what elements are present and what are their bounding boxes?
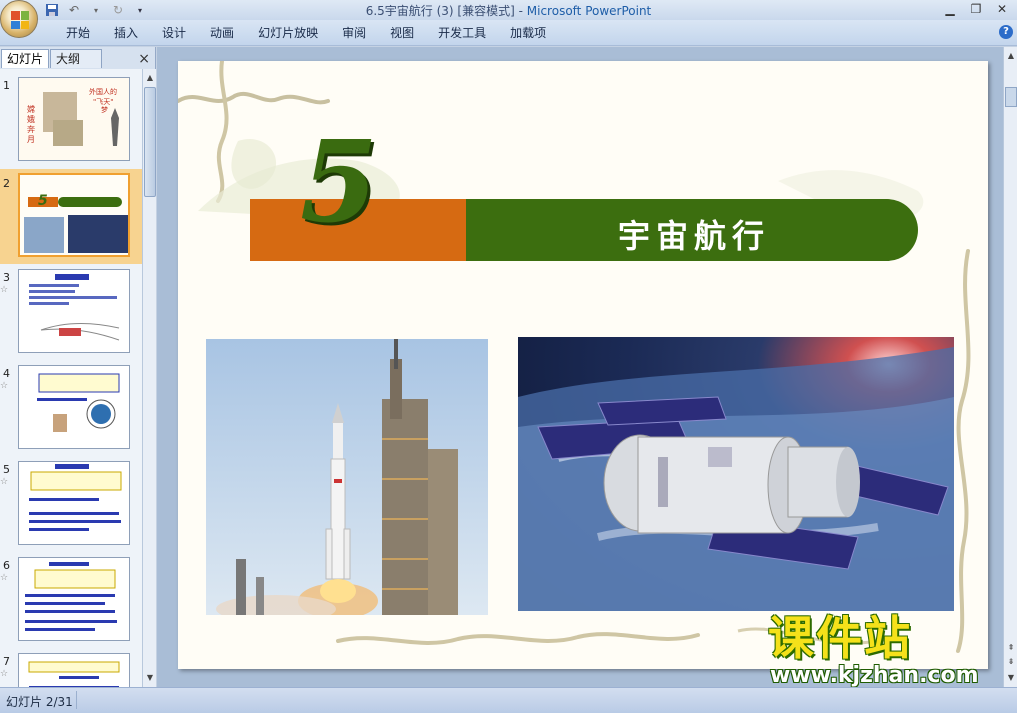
tab-developer[interactable]: 开发工具 [426, 25, 498, 41]
svg-text:5: 5 [38, 193, 48, 209]
tab-outline[interactable]: 大纲 [50, 49, 102, 68]
slide-scrollbar[interactable]: ▲ ⇞ ⇟ ▼ [1003, 47, 1017, 687]
slide-thumbnail-image: 5 [18, 173, 130, 257]
animation-star-icon: ☆ [0, 477, 9, 487]
watermark-chinese: 课件站 [768, 611, 912, 665]
help-icon[interactable]: ? [999, 25, 1013, 39]
animation-star-icon: ☆ [0, 285, 9, 295]
animation-star-icon: ☆ [0, 573, 9, 583]
document-title: 6.5宇宙航行 (3) [兼容模式] [365, 4, 515, 18]
slide-thumbnail-number: 1 [3, 79, 10, 92]
svg-text:外国人的: 外国人的 [89, 87, 117, 96]
close-pane-icon[interactable]: × [138, 51, 150, 67]
slide-title: 宇宙航行 [618, 217, 771, 255]
scrollbar-thumb[interactable] [144, 87, 156, 197]
current-slide[interactable]: 5 宇宙航行 [178, 61, 988, 669]
svg-text:梦: 梦 [101, 106, 108, 114]
slide-editing-area: 5 宇宙航行 [157, 47, 1003, 687]
slide-thumbnail-number: 6 [3, 559, 10, 572]
slide-thumbnail[interactable]: 4 ☆ [0, 365, 142, 455]
status-bar: 幻灯片 2/31 [0, 687, 1017, 713]
office-logo-icon [11, 11, 29, 29]
animation-star-icon: ☆ [0, 669, 9, 679]
rocket-launch-photo [206, 339, 488, 615]
tab-insert[interactable]: 插入 [102, 25, 150, 41]
slide-thumbnail-number: 2 [3, 177, 10, 190]
slide-thumbnail-image [18, 269, 130, 353]
ribbon: 开始 插入 设计 动画 幻灯片放映 审阅 视图 开发工具 加载项 ? [0, 20, 1017, 46]
watermark-url: www.kjzhan.com [770, 663, 979, 688]
window-title: 6.5宇宙航行 (3) [兼容模式] - Microsoft PowerPoin… [0, 2, 1017, 19]
scroll-down-icon[interactable]: ▼ [144, 671, 156, 685]
slide-thumbnail[interactable]: 1 外国人的 "飞天" 梦 嫦 娥 奔 月 [0, 77, 142, 167]
slide-thumbnail-selected[interactable]: 2 5 [0, 169, 142, 264]
svg-text:娥: 娥 [27, 115, 35, 124]
slide-counter: 幻灯片 2/31 [6, 695, 73, 709]
slide-thumbnail-image: 外国人的 "飞天" 梦 嫦 娥 奔 月 [18, 77, 130, 161]
slides-pane: 幻灯片 大纲 × 1 外国人的 "飞天" 梦 嫦 娥 奔 月 2 5 3 ☆ 4… [0, 47, 156, 687]
scroll-up-icon[interactable]: ▲ [144, 71, 156, 85]
tab-home[interactable]: 开始 [54, 25, 102, 41]
slide-thumbnail-image [18, 365, 130, 449]
slide-thumbnail-number: 4 [3, 367, 10, 380]
title-bar: ↶ ▾ ↻ ▾ 6.5宇宙航行 (3) [兼容模式] - Microsoft P… [0, 0, 1017, 20]
close-window-icon[interactable]: ✕ [989, 0, 1015, 18]
app-name: Microsoft PowerPoint [526, 4, 652, 18]
space-station-photo [518, 337, 954, 611]
slide-thumbnail-image [18, 653, 130, 687]
maximize-icon[interactable]: ❐ [963, 0, 989, 18]
minimize-icon[interactable]: ▁ [937, 0, 963, 18]
svg-text:嫦: 嫦 [27, 104, 35, 114]
title-separator: - [514, 4, 527, 18]
status-separator [76, 691, 77, 709]
tab-design[interactable]: 设计 [150, 25, 198, 41]
slide-thumbnail[interactable]: 5 ☆ [0, 461, 142, 551]
slide-thumbnail-number: 5 [3, 463, 10, 476]
tab-addins[interactable]: 加载项 [498, 25, 558, 41]
scroll-down-icon[interactable]: ▼ [1005, 671, 1017, 685]
slide-thumbnail[interactable]: 6 ☆ [0, 557, 142, 647]
thumbnail-scrollbar[interactable]: ▲ ▼ [142, 69, 156, 687]
slide-thumbnail[interactable]: 3 ☆ [0, 269, 142, 359]
svg-text:月: 月 [27, 135, 35, 144]
tab-animations[interactable]: 动画 [198, 25, 246, 41]
next-slide-icon[interactable]: ⇟ [1005, 655, 1017, 669]
svg-text:"飞天": "飞天" [93, 98, 113, 106]
slide-thumbnail-number: 7 [3, 655, 10, 668]
tab-slides[interactable]: 幻灯片 [1, 49, 50, 68]
slide-thumbnail-image [18, 461, 130, 545]
watermark: 课件站 www.kjzhan.com [768, 613, 998, 689]
ribbon-tabs: 开始 插入 设计 动画 幻灯片放映 审阅 视图 开发工具 加载项 [54, 25, 558, 41]
tab-slideshow[interactable]: 幻灯片放映 [246, 25, 330, 41]
slide-thumbnail[interactable]: 7 ☆ [0, 653, 142, 687]
slide-thumbnail-list: 1 外国人的 "飞天" 梦 嫦 娥 奔 月 2 5 3 ☆ 4 ☆ 5 ☆ 6 … [0, 69, 142, 687]
svg-text:奔: 奔 [27, 124, 35, 134]
slide-thumbnail-image [18, 557, 130, 641]
slide-thumbnail-number: 3 [3, 271, 10, 284]
chapter-number: 5 [300, 117, 378, 248]
animation-star-icon: ☆ [0, 381, 9, 391]
window-controls: ▁ ❐ ✕ [937, 0, 1015, 18]
previous-slide-icon[interactable]: ⇞ [1005, 641, 1017, 655]
scroll-up-icon[interactable]: ▲ [1005, 49, 1017, 63]
tab-review[interactable]: 审阅 [330, 25, 378, 41]
pane-tabs: 幻灯片 大纲 × [0, 49, 156, 68]
office-button[interactable] [0, 0, 38, 38]
tab-view[interactable]: 视图 [378, 25, 426, 41]
scrollbar-thumb[interactable] [1005, 87, 1017, 107]
